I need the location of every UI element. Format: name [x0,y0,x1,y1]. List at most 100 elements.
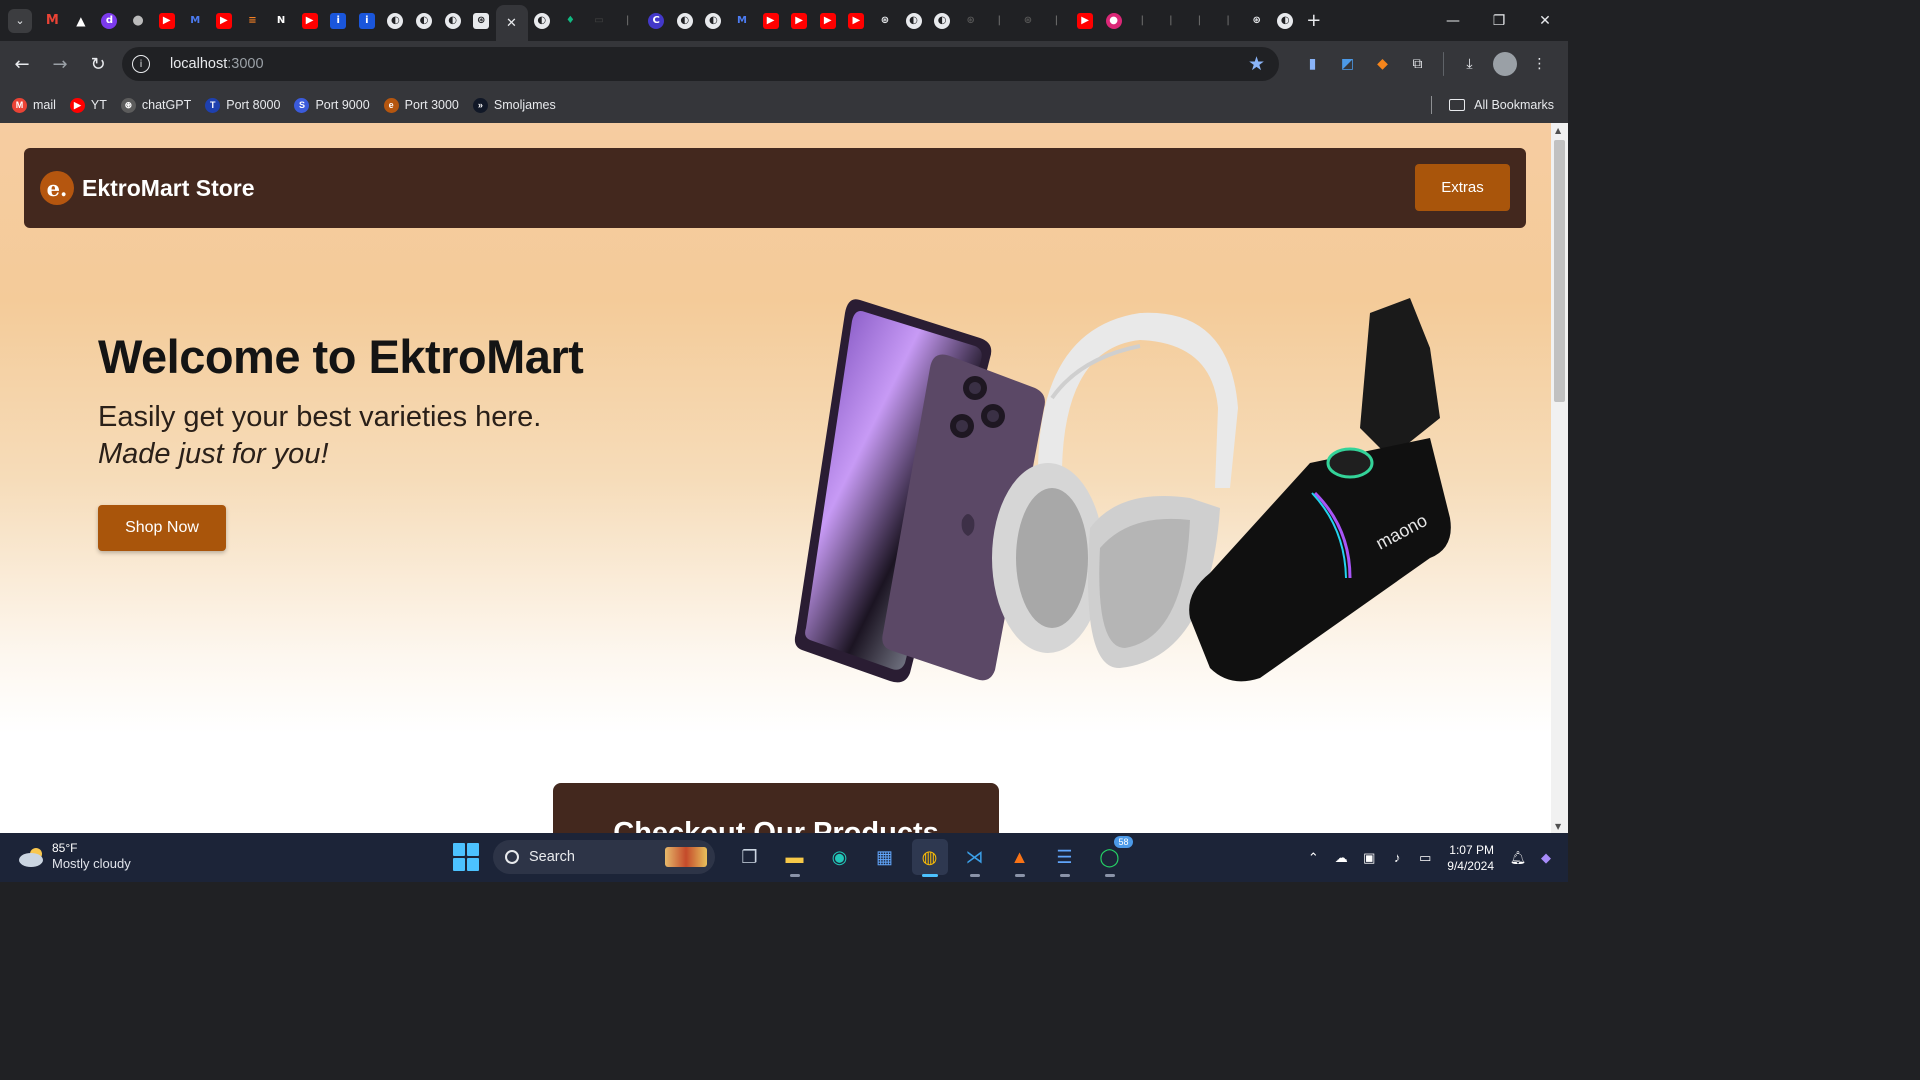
tab-chatgpt-2[interactable]: ⊛ [871,4,900,38]
tab-code[interactable]: M [181,4,210,38]
vlc-icon[interactable]: ▲ [1002,839,1038,877]
tab-globe-7[interactable]: ◐ [899,4,928,38]
tab-globe-3[interactable]: ◐ [438,4,467,38]
tab-youtube-7[interactable]: ▶ [842,4,871,38]
microsoft-store-icon[interactable]: ▦ [867,839,903,875]
vscode-icon[interactable]: ⋊ [957,839,993,877]
extensions-puzzle-icon[interactable]: ⧉ [1406,52,1430,76]
tray-chevron-up-icon[interactable]: ⌃ [1301,850,1325,866]
tab-blank-4[interactable]: | [1128,4,1157,38]
whatsapp-icon[interactable]: ◯ 58 [1092,836,1133,877]
tab-drop[interactable]: ● [124,4,153,38]
tab-chatgpt[interactable]: ⊛ [467,4,496,38]
metamask-fox-icon[interactable]: ◆ [1371,52,1395,76]
back-arrow-icon[interactable]: ← [4,46,40,82]
page-scrollbar[interactable]: ▲ ▼ [1551,123,1568,833]
site-info-icon[interactable]: i [132,55,150,73]
taskbar-search[interactable]: Search [493,840,715,874]
clock[interactable]: 1:07 PM 9/4/2024 [1447,842,1494,874]
tab-blank-7[interactable]: | [1214,4,1243,38]
bookmark-port-3000[interactable]: e Port 3000 [383,97,459,113]
tab-youtube-4[interactable]: ▶ [756,4,785,38]
brand-name[interactable]: EktroMart Store [82,175,255,202]
tab-dark[interactable]: ▭ [585,4,614,38]
chrome-icon[interactable]: ◍ [911,839,948,877]
docs-extension-icon[interactable]: ▮ [1301,52,1325,76]
tab-code-2[interactable]: M [728,4,757,38]
tab-chatgpt-3[interactable]: ⊛ [956,4,985,38]
tab-blank-5[interactable]: | [1157,4,1186,38]
tab-youtube-1[interactable]: ▶ [152,4,181,38]
notepad-icon[interactable]: ☰ [1047,839,1083,877]
address-bar[interactable]: i localhost:3000 ★ [122,47,1279,81]
scroll-up-arrow-icon[interactable]: ▲ [1555,126,1561,135]
download-icon[interactable]: ⤓ [1458,52,1482,76]
extras-button[interactable]: Extras [1415,164,1510,211]
all-bookmarks-button[interactable]: All Bookmarks [1431,96,1554,114]
menu-kebab-icon[interactable]: ⋮ [1528,52,1552,76]
tab-youtube-5[interactable]: ▶ [785,4,814,38]
translate-extension-icon[interactable]: ◩ [1336,52,1360,76]
weather-widget[interactable]: 85°F Mostly cloudy [18,841,131,872]
battery-icon[interactable]: ▭ [1413,850,1437,866]
volume-icon[interactable]: ♪ [1385,850,1409,865]
minimize-icon[interactable]: — [1430,0,1476,41]
tab-active[interactable]: ✕ [495,5,528,41]
file-explorer-icon[interactable]: ▬ [777,839,813,877]
tab-stack[interactable]: ≡ [238,4,267,38]
bookmark-smoljames[interactable]: » Smoljames [472,97,556,113]
tab-globe-6[interactable]: ◐ [699,4,728,38]
reload-icon[interactable]: ↻ [80,46,116,82]
tab-chatgpt-5[interactable]: ⊛ [1242,4,1271,38]
address-url[interactable]: localhost:3000 [170,56,264,72]
bookmark-port-8000[interactable]: T Port 8000 [205,97,280,113]
bookmark-chatgpt[interactable]: ⊛ chatGPT [120,97,191,113]
tab-youtube-3[interactable]: ▶ [295,4,324,38]
tab-drive[interactable]: ▲ [67,4,96,38]
new-tab-button[interactable]: + [1300,4,1329,38]
tab-youtube-6[interactable]: ▶ [813,4,842,38]
tab-gmail[interactable]: M [38,4,67,38]
tab-mongo[interactable]: ♦ [556,4,585,38]
bookmark-mail[interactable]: Mmail [12,97,56,113]
windows-start-icon[interactable] [453,843,481,871]
tab-search-chevron-icon[interactable]: ⌄ [8,8,32,33]
bookmark-port-9000[interactable]: S Port 9000 [294,97,370,113]
restore-icon[interactable]: ❐ [1476,0,1522,41]
tab-notion[interactable]: N [267,4,296,38]
close-icon[interactable]: ✕ [504,15,520,31]
tab-ball[interactable]: ● [1099,4,1128,38]
tab-globe-2[interactable]: ◐ [410,4,439,38]
bookmark-star-icon[interactable]: ★ [1248,53,1265,75]
tab-blank-2[interactable]: | [985,4,1014,38]
tab-globe-5[interactable]: ◐ [670,4,699,38]
scrollbar-thumb[interactable] [1554,140,1565,402]
tab-app[interactable]: d [95,4,124,38]
tab-globe-1[interactable]: ◐ [381,4,410,38]
close-window-icon[interactable]: ✕ [1522,0,1568,41]
tab-globe-8[interactable]: ◐ [928,4,957,38]
scroll-down-arrow-icon[interactable]: ▼ [1555,822,1561,831]
profile-avatar[interactable] [1492,52,1517,76]
tab-info-2[interactable]: i [353,4,382,38]
bookmark-yt[interactable]: ▶ YT [69,97,107,113]
copilot-icon[interactable]: ◆ [1534,850,1558,866]
forward-arrow-icon[interactable]: → [42,46,78,82]
tab-blank-6[interactable]: | [1185,4,1214,38]
tab-blank-3[interactable]: | [1042,4,1071,38]
tab-chatgpt-4[interactable]: ⊛ [1014,4,1043,38]
edge-browser-icon[interactable]: ◉ [822,839,858,875]
task-view-icon[interactable]: ❐ [732,839,768,875]
notification-bell-icon[interactable]: 🔔︎ [1506,850,1530,866]
tab-info-1[interactable]: i [324,4,353,38]
shop-now-button[interactable]: Shop Now [98,505,226,551]
tab-globe-4[interactable]: ◐ [528,4,557,38]
tab-blank-1[interactable]: | [613,4,642,38]
network-icon[interactable]: ▣ [1357,850,1381,866]
brand-logo[interactable]: e. [40,171,74,205]
tab-youtube-2[interactable]: ▶ [210,4,239,38]
tab-c[interactable]: C [642,4,671,38]
tab-youtube-8[interactable]: ▶ [1071,4,1100,38]
onedrive-cloud-icon[interactable]: ☁ [1329,850,1353,866]
tab-globe-9[interactable]: ◐ [1271,4,1300,38]
